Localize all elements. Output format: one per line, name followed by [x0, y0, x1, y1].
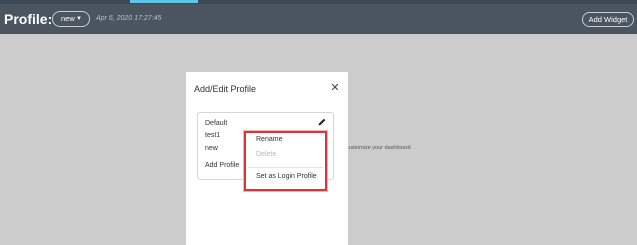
menu-item-rename[interactable]: Rename [256, 136, 282, 143]
dialog-title: Add/Edit Profile [194, 84, 257, 94]
dashboard-header: Profile: new ▼ Apr 6, 2020 17:27:45 Add … [0, 4, 637, 34]
menu-divider [248, 167, 323, 168]
profile-item-test1[interactable]: test1 [205, 132, 220, 139]
last-updated-timestamp: Apr 6, 2020 17:27:45 [96, 15, 162, 22]
add-profile-link[interactable]: Add Profile [205, 162, 239, 169]
caret-down-icon: ▼ [76, 16, 82, 22]
menu-item-delete: Delete [256, 151, 277, 158]
add-widget-button[interactable]: Add Widget [582, 12, 634, 27]
dashboard-hint-text: customize your dashboard [346, 145, 411, 151]
profile-select[interactable]: new ▼ [52, 11, 90, 27]
page-title: Profile: [4, 11, 53, 27]
pencil-icon[interactable] [317, 117, 327, 127]
close-icon[interactable]: ✕ [329, 81, 341, 95]
profile-item-new[interactable]: new [205, 145, 218, 152]
active-tab-indicator [130, 0, 198, 3]
profile-select-value: new [61, 14, 75, 23]
profile-item-default[interactable]: Default [205, 120, 227, 127]
profile-context-menu: Rename Delete Set as Login Profile [244, 131, 327, 191]
menu-item-set-login-profile[interactable]: Set as Login Profile [256, 173, 317, 180]
